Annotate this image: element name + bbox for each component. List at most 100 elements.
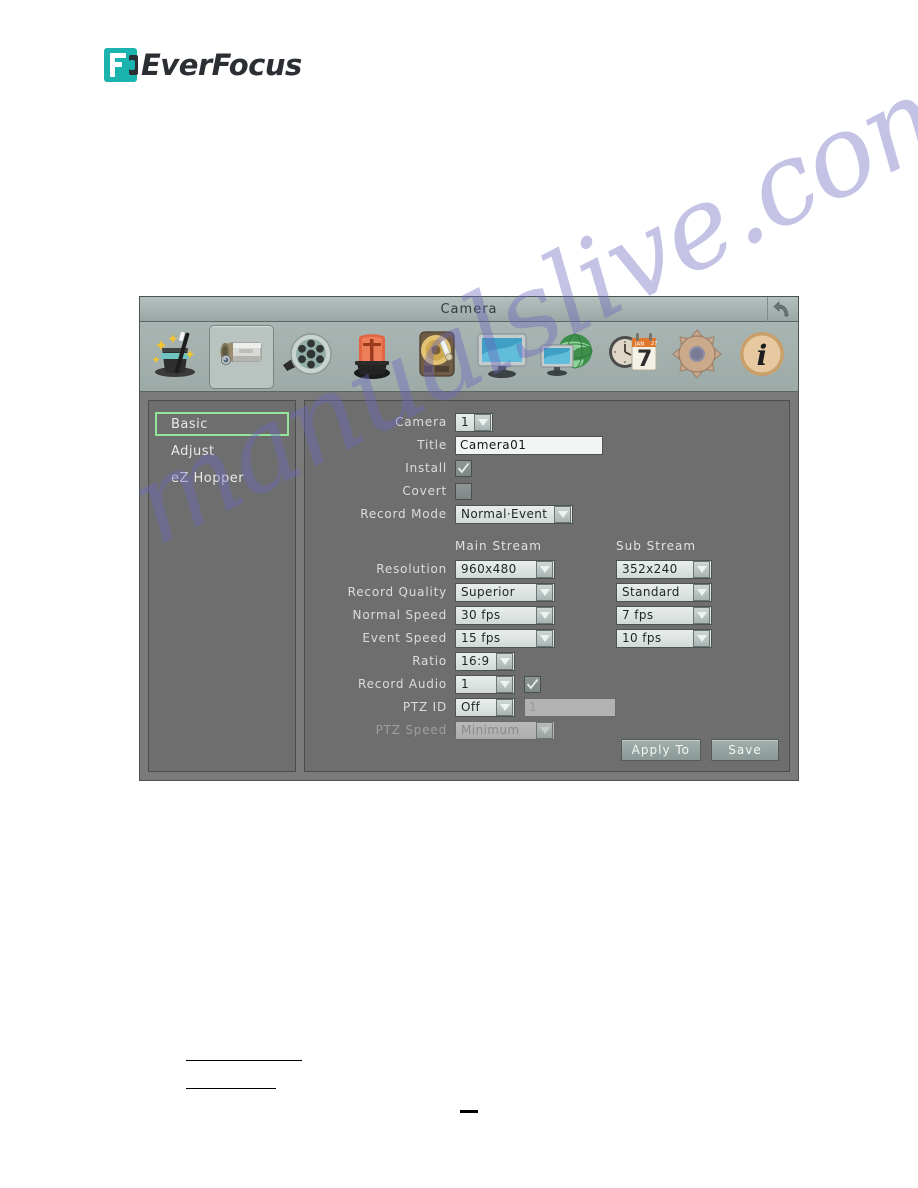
ratio-select[interactable]: 16:9 (455, 651, 515, 671)
dvr-window: Camera JAN 27 7 i Basic Adjust eZ Hopper… (139, 296, 799, 781)
settings-body: Basic Adjust eZ Hopper Camera 1 Title Ca… (140, 392, 798, 780)
chevron-down-icon[interactable] (693, 560, 710, 578)
footer-rule-1 (186, 1060, 302, 1061)
chevron-down-icon[interactable] (693, 606, 710, 624)
apply-to-button[interactable]: Apply To (620, 739, 701, 761)
chevron-down-icon[interactable] (693, 583, 710, 601)
check-icon (526, 678, 539, 689)
camera-select[interactable]: 1 (455, 412, 493, 432)
camera-settings-form: Camera 1 Title Camera01 Install Covert R… (304, 400, 790, 772)
hard-disk-icon (414, 328, 460, 385)
page-number-mark (460, 1110, 478, 1113)
normal-speed-sub-select[interactable]: 7 fps (616, 605, 712, 625)
record-quality-main-select[interactable]: Superior (455, 582, 555, 602)
toolbar-item-system[interactable] (664, 325, 729, 389)
sub-stream-header: Sub Stream (616, 539, 697, 553)
record-mode-select[interactable]: Normal·Event (455, 504, 573, 524)
title-input-value: Camera01 (460, 438, 527, 452)
film-reel-icon (281, 329, 333, 384)
sidebar-item-label: Basic (171, 416, 208, 432)
chevron-down-icon[interactable] (554, 505, 571, 523)
alarm-beacon-icon (349, 328, 395, 385)
sidebar-item-adjust[interactable]: Adjust (155, 439, 289, 463)
field-row-resolution: Resolution 960x480 352x240 (305, 558, 789, 580)
install-checkbox[interactable] (455, 459, 472, 477)
record-mode-label: Record Mode (360, 507, 447, 521)
normal-speed-label: Normal Speed (352, 608, 447, 622)
record-audio-value: 1 (461, 677, 470, 691)
calendar-day-label: 7 (637, 347, 652, 372)
toolbar-item-alarm[interactable] (339, 325, 404, 389)
camera-label: Camera (395, 415, 447, 429)
toolbar-item-wizard[interactable] (144, 325, 209, 389)
chevron-down-icon[interactable] (536, 606, 553, 624)
clock-calendar-icon: JAN 27 7 (605, 328, 659, 385)
ptz-id-select[interactable]: Off (455, 697, 515, 717)
field-row-event-speed: Event Speed 15 fps 10 fps (305, 627, 789, 649)
record-audio-select[interactable]: 1 (455, 674, 515, 694)
chevron-down-icon (536, 721, 553, 739)
normal-speed-main-select[interactable]: 30 fps (455, 605, 555, 625)
event-speed-sub-value: 10 fps (622, 631, 662, 645)
camera-icon (215, 330, 269, 383)
field-row-record-mode: Record Mode Normal·Event (305, 503, 789, 525)
ptz-id-value: Off (461, 700, 481, 714)
magic-hat-icon (149, 326, 205, 387)
toolbar-item-info[interactable]: i (729, 325, 794, 389)
record-mode-value: Normal·Event (461, 507, 548, 521)
ptz-speed-select: Minimum (455, 720, 555, 740)
record-quality-sub-select[interactable]: Standard (616, 582, 712, 602)
sidebar-item-label: Adjust (171, 443, 215, 459)
toolbar-item-disk[interactable] (404, 325, 469, 389)
ptz-id-input: 1 (524, 697, 616, 717)
toolbar-item-schedule[interactable]: JAN 27 7 (599, 325, 664, 389)
record-quality-label: Record Quality (347, 585, 447, 599)
chevron-down-icon[interactable] (474, 413, 491, 431)
chevron-down-icon[interactable] (496, 675, 513, 693)
field-row-ptz-speed: PTZ Speed Minimum (305, 719, 789, 741)
event-speed-sub-select[interactable]: 10 fps (616, 628, 712, 648)
resolution-sub-select[interactable]: 352x240 (616, 559, 712, 579)
sidebar-item-basic[interactable]: Basic (155, 412, 289, 436)
field-row-covert: Covert (305, 480, 789, 502)
record-quality-main-value: Superior (461, 585, 515, 599)
ptz-id-input-value: 1 (529, 700, 538, 714)
chevron-down-icon[interactable] (693, 629, 710, 647)
ptz-speed-label: PTZ Speed (375, 723, 447, 737)
field-row-install: Install (305, 457, 789, 479)
check-icon (457, 462, 470, 473)
chevron-down-icon[interactable] (536, 560, 553, 578)
toolbar-item-network[interactable] (534, 325, 599, 389)
install-label: Install (405, 461, 447, 475)
covert-checkbox[interactable] (455, 482, 472, 500)
chevron-down-icon[interactable] (536, 583, 553, 601)
record-quality-sub-value: Standard (622, 585, 680, 599)
chevron-down-icon[interactable] (496, 698, 513, 716)
everfocus-wordmark: EverFocus (141, 48, 302, 82)
sidebar-item-ez-hopper[interactable]: eZ Hopper (155, 466, 289, 490)
resolution-main-select[interactable]: 960x480 (455, 559, 555, 579)
chevron-down-icon[interactable] (496, 652, 513, 670)
event-speed-main-select[interactable]: 15 fps (455, 628, 555, 648)
event-speed-label: Event Speed (362, 631, 447, 645)
chevron-down-icon[interactable] (536, 629, 553, 647)
stream-headers: Main Stream Sub Stream (305, 539, 789, 553)
record-audio-checkbox[interactable] (524, 675, 541, 693)
resolution-label: Resolution (376, 562, 447, 576)
toolbar-item-display[interactable] (469, 325, 534, 389)
info-letter: i (756, 339, 767, 372)
save-button[interactable]: Save (711, 739, 779, 761)
camera-select-value: 1 (461, 415, 470, 429)
everfocus-logo-mark (104, 48, 138, 82)
title-input[interactable]: Camera01 (455, 435, 603, 455)
title-label: Title (417, 438, 447, 452)
info-icon: i (736, 328, 788, 385)
form-button-row: Apply To Save (620, 739, 779, 761)
icon-toolbar: JAN 27 7 i (140, 322, 798, 392)
ratio-label: Ratio (412, 654, 447, 668)
back-arrow-icon[interactable] (767, 297, 798, 322)
field-row-normal-speed: Normal Speed 30 fps 7 fps (305, 604, 789, 626)
toolbar-item-record[interactable] (274, 325, 339, 389)
footer-rule-2 (186, 1088, 276, 1089)
toolbar-item-camera[interactable] (209, 324, 274, 389)
